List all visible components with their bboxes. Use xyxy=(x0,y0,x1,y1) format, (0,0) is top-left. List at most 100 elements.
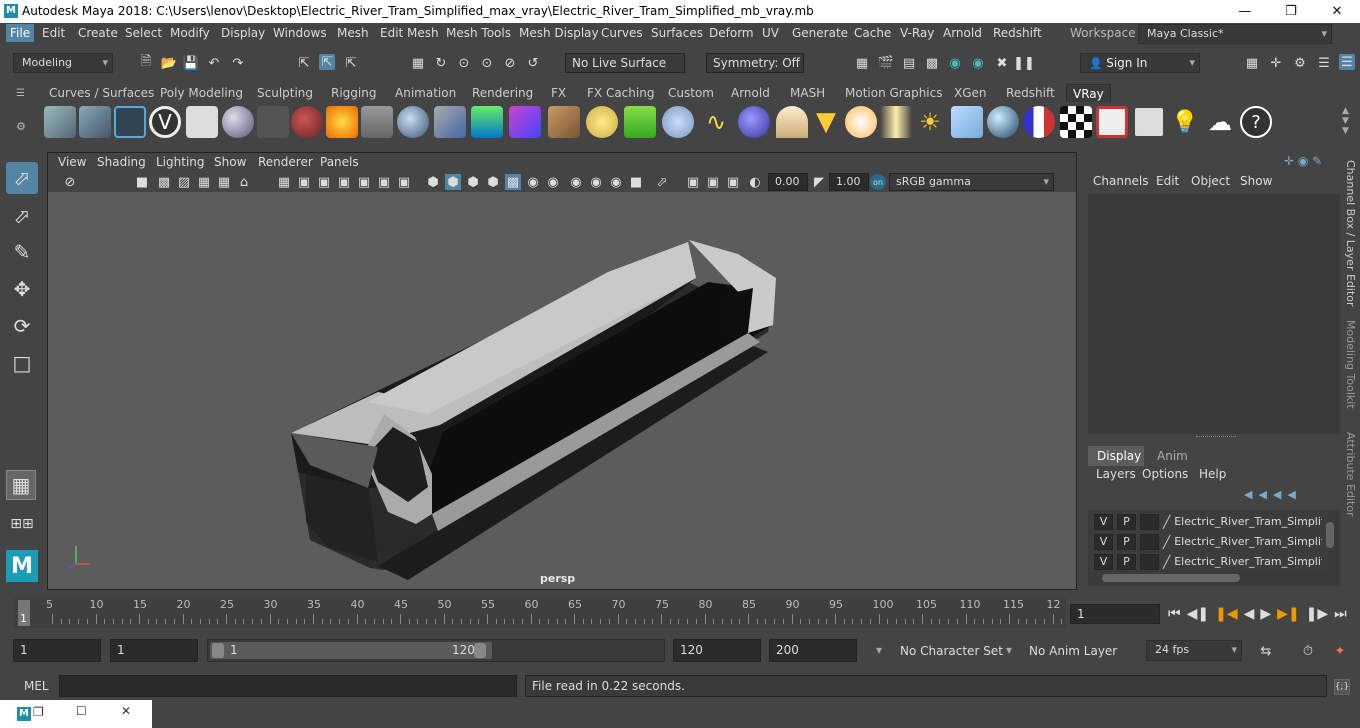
menu-windows[interactable]: Windows xyxy=(273,26,327,40)
vray-grass-icon[interactable] xyxy=(624,106,656,138)
xray-icon[interactable]: ⌂ xyxy=(236,174,252,190)
safe-title-icon[interactable]: ▣ xyxy=(396,174,412,190)
fps-dropdown[interactable]: 24 fps ▾ xyxy=(1146,640,1242,661)
layer-name[interactable]: Electric_River_Tram_Simplified xyxy=(1174,535,1322,548)
viewport-menu-shading[interactable]: Shading xyxy=(97,155,146,169)
vray-flag-icon[interactable] xyxy=(1023,106,1055,138)
shelf-tab-arnold[interactable]: Arnold xyxy=(731,84,770,102)
select-tool-icon[interactable]: ⬀ xyxy=(6,162,38,194)
wireframe-grid-icon[interactable]: ▦ xyxy=(276,174,292,190)
chevron-down-icon[interactable]: ▾ xyxy=(876,643,882,657)
image-plane-icon[interactable]: ▨ xyxy=(176,174,192,190)
shelf-tab-mash[interactable]: MASH xyxy=(790,84,825,102)
restore-window-icon[interactable]: ❐ xyxy=(33,705,44,719)
shelf-tab-rigging[interactable]: Rigging xyxy=(331,84,376,102)
textured-icon[interactable]: ⬢ xyxy=(485,174,501,190)
playback-end-field[interactable]: 120 xyxy=(673,639,761,662)
shelf-tab-vray[interactable]: VRay xyxy=(1066,84,1111,102)
layer-name[interactable]: Electric_River_Tram_Simplified xyxy=(1174,515,1322,528)
lasso-tool-icon[interactable]: ⬀ xyxy=(6,200,38,232)
maximize-icon[interactable]: ☐ xyxy=(76,704,87,718)
save-scene-icon[interactable]: 💾 xyxy=(183,55,199,71)
symmetry-field[interactable]: Symmetry: Off xyxy=(706,53,804,73)
resolution-gate-icon[interactable]: ▣ xyxy=(316,174,332,190)
paint-select-tool-icon[interactable]: ✎ xyxy=(6,236,38,268)
loop-icon[interactable]: ⇆ xyxy=(1258,643,1274,659)
xray-active-icon[interactable]: ◉ xyxy=(588,174,604,190)
grid-icon[interactable]: ▦ xyxy=(196,174,212,190)
shelf-tab-fx[interactable]: FX xyxy=(551,84,566,102)
range-slider-start-handle[interactable] xyxy=(212,643,224,658)
shelf-tab-sculpting[interactable]: Sculpting xyxy=(257,84,313,102)
shelf-tab-rendering[interactable]: Rendering xyxy=(472,84,533,102)
channel-menu-channels[interactable]: Channels xyxy=(1093,174,1149,188)
step-forward-frame-icon[interactable]: ❚▶ xyxy=(1306,606,1329,622)
go-to-end-icon[interactable]: ⏭ xyxy=(1334,606,1347,622)
command-language-label[interactable]: MEL xyxy=(24,679,49,693)
viewport-menu-panels[interactable]: Panels xyxy=(320,155,359,169)
layer-tab-anim[interactable]: Anim xyxy=(1157,449,1188,463)
move-tool-icon[interactable]: ✥ xyxy=(6,273,38,305)
channel-box-toggle-icons[interactable]: ✛ ◉ ✎ xyxy=(1284,154,1322,168)
channel-box-icon[interactable]: ☰ xyxy=(1339,54,1355,70)
menu-file[interactable]: File xyxy=(6,24,35,42)
safe-action-icon[interactable]: ▣ xyxy=(376,174,392,190)
vray-render-icon[interactable]: ◉ xyxy=(947,55,963,71)
shelf-tab-poly-modeling[interactable]: Poly Modeling xyxy=(160,84,243,102)
shelf-tab-animation[interactable]: Animation xyxy=(395,84,456,102)
shelf-tab-curves-surfaces[interactable]: Curves / Surfaces xyxy=(49,84,154,102)
snap-grid-icon[interactable]: ▦ xyxy=(410,55,426,71)
channel-menu-edit[interactable]: Edit xyxy=(1156,174,1179,188)
script-editor-icon[interactable]: {;} xyxy=(1334,679,1350,695)
outliner-icon[interactable]: ☰ xyxy=(1316,55,1332,71)
shelf-settings-icon[interactable]: ⚙ xyxy=(16,120,28,133)
shadows-icon[interactable]: ◉ xyxy=(525,174,541,190)
snap-surface-icon[interactable]: ⊘ xyxy=(502,55,518,71)
auto-key-icon[interactable]: ⏱ xyxy=(1300,643,1316,659)
layer-tab-display[interactable]: Display xyxy=(1088,446,1144,466)
vray-sphere-light-icon[interactable] xyxy=(987,106,1019,138)
layout-icon[interactable]: ⊞⊞ xyxy=(6,508,38,540)
redo-icon[interactable]: ↷ xyxy=(230,55,246,71)
menu-create[interactable]: Create xyxy=(78,26,118,40)
select-hierarchy-icon[interactable]: ⇱ xyxy=(296,55,312,71)
vray-sun-icon[interactable] xyxy=(776,106,808,138)
viewport-menu-show[interactable]: Show xyxy=(214,155,246,169)
exposure-icon[interactable]: ◐ xyxy=(747,174,763,190)
vray-settings-icon[interactable]: ✖ xyxy=(994,55,1010,71)
gamma-field[interactable]: 1.00 xyxy=(829,173,869,191)
layer-playback-toggle[interactable]: P xyxy=(1117,513,1136,530)
bookmark-icon[interactable]: ■ xyxy=(134,174,150,190)
high-quality-icon[interactable]: ▣ xyxy=(725,174,741,190)
vray-curve-icon[interactable]: ∿ xyxy=(700,106,732,138)
snap-point-icon[interactable]: ⊙ xyxy=(456,55,472,71)
sign-in-button[interactable]: 👤 Sign In ▾ xyxy=(1080,53,1200,73)
render-icon[interactable]: 🎬 xyxy=(878,55,894,71)
snap-curve-icon[interactable]: ↻ xyxy=(433,55,449,71)
vray-logo-icon[interactable]: V xyxy=(149,106,181,138)
vray-env-sphere-icon[interactable] xyxy=(738,106,770,138)
menu-display[interactable]: Display xyxy=(221,26,265,40)
range-slider-end-handle[interactable] xyxy=(474,643,486,658)
play-forward-icon[interactable]: ▶ xyxy=(1260,606,1271,622)
workspace-dropdown[interactable]: Maya Classic* ▾ xyxy=(1138,24,1332,44)
vray-fire-icon[interactable] xyxy=(326,106,358,138)
current-frame-field[interactable]: 1 xyxy=(1070,604,1160,624)
go-to-start-icon[interactable]: ⏮ xyxy=(1168,606,1181,622)
camera-attribute-icon[interactable]: ▦ xyxy=(216,174,232,190)
menu-deform[interactable]: Deform xyxy=(709,26,754,40)
vray-vfb-icon[interactable] xyxy=(1096,106,1128,138)
playback-start-field[interactable]: 1 xyxy=(110,639,198,662)
scale-tool-icon[interactable]: □ xyxy=(6,347,38,379)
chevron-down-icon[interactable]: ▾ xyxy=(1006,643,1012,657)
vray-light-icon[interactable] xyxy=(44,106,76,138)
menu-redshift[interactable]: Redshift xyxy=(993,26,1042,40)
vray-scene-icon[interactable] xyxy=(186,106,218,138)
layer-action-icons[interactable]: ◀◀◀◀ xyxy=(1244,488,1302,501)
lights-icon[interactable]: ▩ xyxy=(505,174,521,190)
pause-icon[interactable]: ❚❚ xyxy=(1013,55,1035,71)
snap-view-icon[interactable]: ⊙ xyxy=(479,55,495,71)
layer-row[interactable]: V P ╱ Electric_River_Tram_Simplified xyxy=(1090,532,1328,551)
step-forward-key-icon[interactable]: ▶❚ xyxy=(1277,606,1300,622)
modeling-toolkit-icon[interactable]: ▦ xyxy=(1244,55,1260,71)
